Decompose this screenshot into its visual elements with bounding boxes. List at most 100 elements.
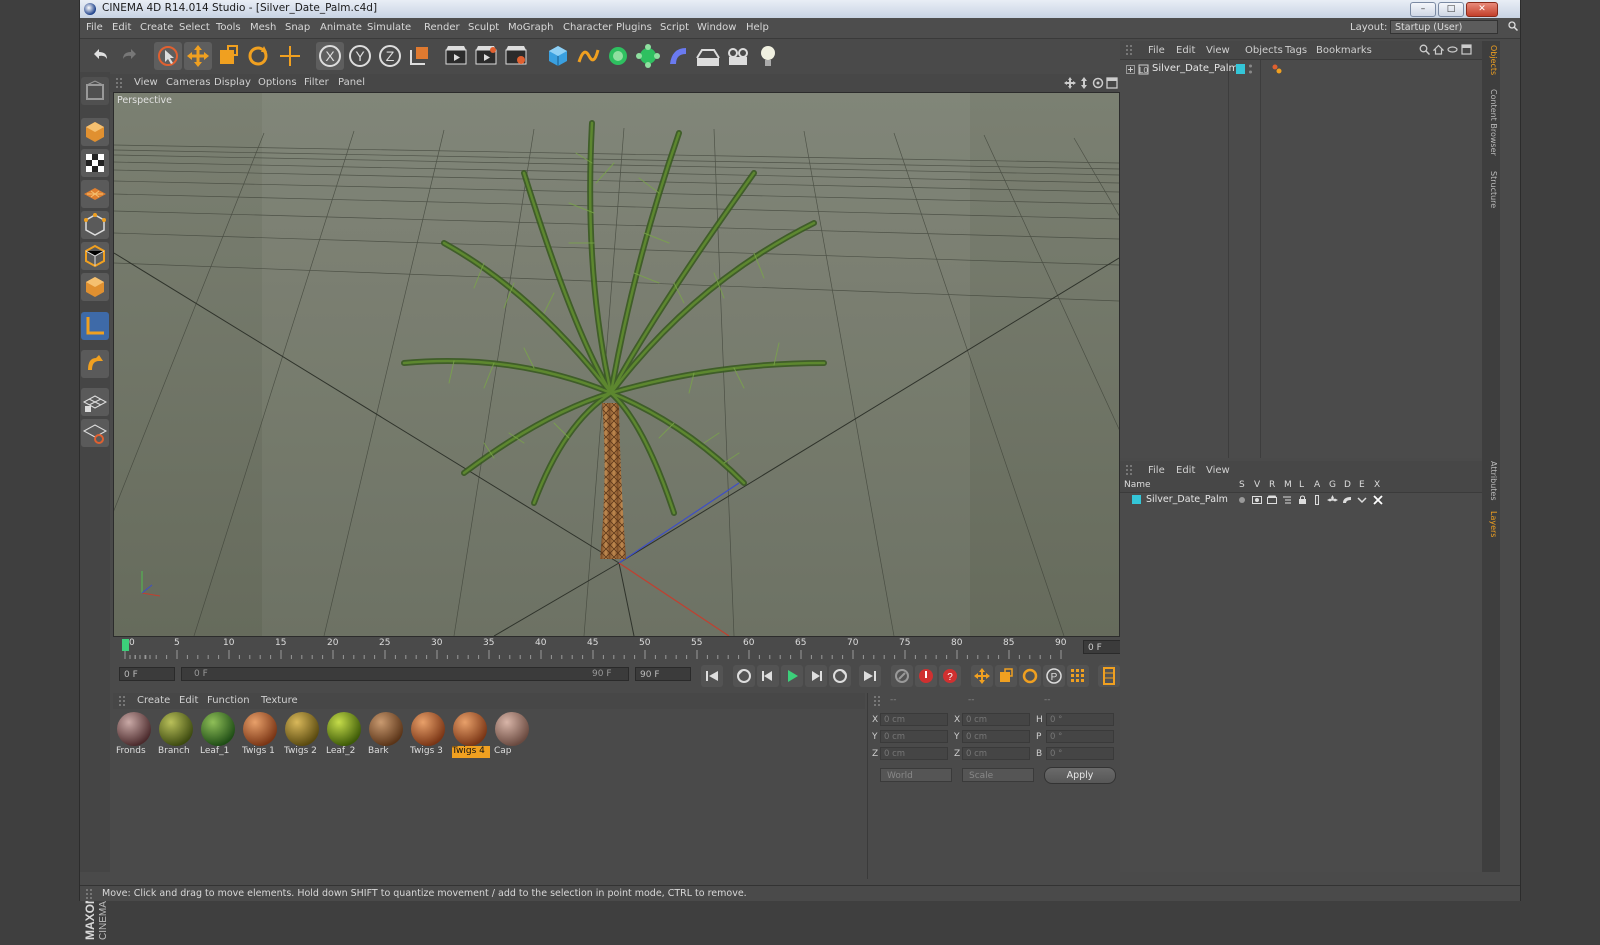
go-to-start-button[interactable] — [701, 665, 723, 687]
layer-color-swatch[interactable] — [1236, 64, 1245, 74]
y-axis-lock-button[interactable]: Y — [346, 42, 374, 70]
layer-col-view[interactable]: V — [1254, 480, 1260, 490]
workplane-mode-button[interactable] — [81, 180, 109, 208]
size-mode-dropdown[interactable]: Scale — [962, 768, 1034, 782]
new-panel-icon[interactable] — [1461, 44, 1472, 58]
material-swatch[interactable]: Bark — [367, 711, 405, 759]
x-axis-lock-button[interactable]: X — [316, 42, 344, 70]
rotation-p-field[interactable]: 0 ° — [1046, 730, 1114, 743]
material-swatch[interactable]: Twigs 4 — [451, 711, 490, 759]
menu-character[interactable]: Character — [563, 22, 612, 33]
range-slider[interactable]: 0 F 90 F — [181, 667, 629, 681]
nurbs-button[interactable] — [604, 42, 632, 70]
polygons-mode-button[interactable] — [81, 273, 109, 301]
viewport-maximize-icon[interactable] — [1106, 77, 1118, 92]
expand-icon[interactable] — [1126, 65, 1135, 77]
menu-file[interactable]: File — [86, 22, 103, 33]
viewport-menu-view[interactable]: View — [134, 77, 158, 88]
menu-simulate[interactable]: Simulate — [367, 22, 411, 33]
material-menu-function[interactable]: Function — [207, 695, 250, 706]
tab-attributes[interactable]: Attributes — [1484, 461, 1498, 501]
scale-tool-button[interactable] — [214, 42, 242, 70]
panel-grip-icon[interactable] — [1126, 465, 1134, 475]
layer-col-manager[interactable]: M — [1284, 480, 1292, 490]
position-z-field[interactable]: 0 cm — [880, 747, 948, 760]
viewport-rotate-icon[interactable] — [1092, 77, 1104, 92]
object-search-icon[interactable] — [1419, 44, 1431, 58]
camera-button[interactable] — [724, 42, 752, 70]
make-editable-button[interactable] — [81, 77, 109, 105]
material-swatch[interactable]: Leaf_2 — [325, 711, 363, 759]
viewport-pan-icon[interactable] — [1064, 77, 1076, 92]
layer-col-generators[interactable]: G — [1329, 480, 1336, 490]
layer-view-icon[interactable] — [1252, 495, 1262, 508]
visibility-dots-icon[interactable] — [1248, 63, 1253, 78]
previous-frame-button[interactable] — [757, 665, 779, 687]
layer-animation-icon[interactable] — [1313, 495, 1321, 508]
keyframe-selection-button[interactable]: ? — [939, 665, 961, 687]
coordinate-system-button[interactable] — [406, 42, 434, 70]
material-menu-texture[interactable]: Texture — [261, 695, 298, 706]
snapping-button[interactable] — [81, 388, 109, 416]
objects-menu-view[interactable]: View — [1206, 45, 1230, 56]
viewport-zoom-icon[interactable] — [1078, 77, 1090, 92]
apply-button[interactable]: Apply — [1044, 767, 1116, 784]
minimize-button[interactable]: – — [1410, 2, 1436, 17]
tag-icon[interactable] — [1272, 64, 1282, 77]
material-preview-sphere[interactable] — [159, 712, 193, 746]
material-swatch[interactable]: Leaf_1 — [199, 711, 237, 759]
menu-render[interactable]: Render — [424, 22, 460, 33]
spline-pen-button[interactable] — [574, 42, 602, 70]
autokeying-button[interactable] — [915, 665, 937, 687]
menu-animate[interactable]: Animate — [320, 22, 362, 33]
material-preview-sphere[interactable] — [369, 712, 403, 746]
key-position-button[interactable] — [971, 665, 993, 687]
layer-expressions-icon[interactable] — [1357, 495, 1367, 508]
material-swatch[interactable]: Twigs 3 — [409, 711, 447, 759]
texture-mode-button[interactable] — [81, 149, 109, 177]
viewport-menu-panel[interactable]: Panel — [338, 77, 365, 88]
layer-col-locked[interactable]: L — [1299, 480, 1304, 490]
record-keys-button[interactable] — [891, 665, 913, 687]
transform-tool-button[interactable] — [276, 42, 304, 70]
material-swatch[interactable]: Branch — [157, 711, 195, 759]
menu-mesh[interactable]: Mesh — [250, 22, 276, 33]
viewport-menu-display[interactable]: Display — [214, 77, 251, 88]
layer-solo-icon[interactable] — [1238, 496, 1246, 507]
close-button[interactable]: ✕ — [1466, 2, 1498, 17]
render-picture-viewer-button[interactable] — [472, 42, 500, 70]
material-preview-sphere[interactable] — [411, 712, 445, 746]
panel-grip-icon[interactable] — [874, 696, 882, 706]
layout-dropdown[interactable]: Startup (User) — [1390, 20, 1498, 34]
layer-render-icon[interactable] — [1267, 495, 1277, 508]
redo-button[interactable] — [116, 42, 144, 70]
rotate-tool-button[interactable] — [244, 42, 272, 70]
material-menu-edit[interactable]: Edit — [179, 695, 198, 706]
edit-render-settings-button[interactable] — [502, 42, 530, 70]
cube-primitive-button[interactable] — [544, 42, 572, 70]
panel-grip-icon[interactable] — [86, 889, 94, 899]
tab-layers[interactable]: Layers — [1484, 511, 1498, 537]
edges-mode-button[interactable] — [81, 242, 109, 270]
next-frame-button[interactable] — [805, 665, 827, 687]
object-row[interactable]: L0 Silver_Date_Palm — [1126, 63, 1356, 77]
layer-col-animation[interactable]: A — [1314, 480, 1320, 490]
panel-grip-icon[interactable] — [119, 696, 127, 706]
home-icon[interactable] — [1432, 44, 1445, 58]
layers-menu-view[interactable]: View — [1206, 465, 1230, 476]
layer-col-xref[interactable]: X — [1374, 480, 1380, 490]
menu-tools[interactable]: Tools — [216, 22, 241, 33]
panel-grip-icon[interactable] — [116, 78, 124, 88]
material-preview-sphere[interactable] — [327, 712, 361, 746]
object-name[interactable]: Silver_Date_Palm — [1152, 63, 1238, 74]
maximize-button[interactable]: □ — [1438, 2, 1464, 17]
tab-structure[interactable]: Structure — [1484, 171, 1498, 208]
perspective-viewport[interactable]: Perspective — [113, 92, 1120, 637]
move-tool-button[interactable] — [184, 42, 212, 70]
layer-xref-icon[interactable] — [1373, 495, 1383, 508]
timeline-window-button[interactable] — [1098, 665, 1120, 687]
panel-grip-icon[interactable] — [1126, 45, 1134, 55]
material-swatch[interactable]: Cap — [493, 711, 531, 759]
floor-environment-button[interactable] — [694, 42, 722, 70]
previous-key-button[interactable] — [733, 665, 755, 687]
